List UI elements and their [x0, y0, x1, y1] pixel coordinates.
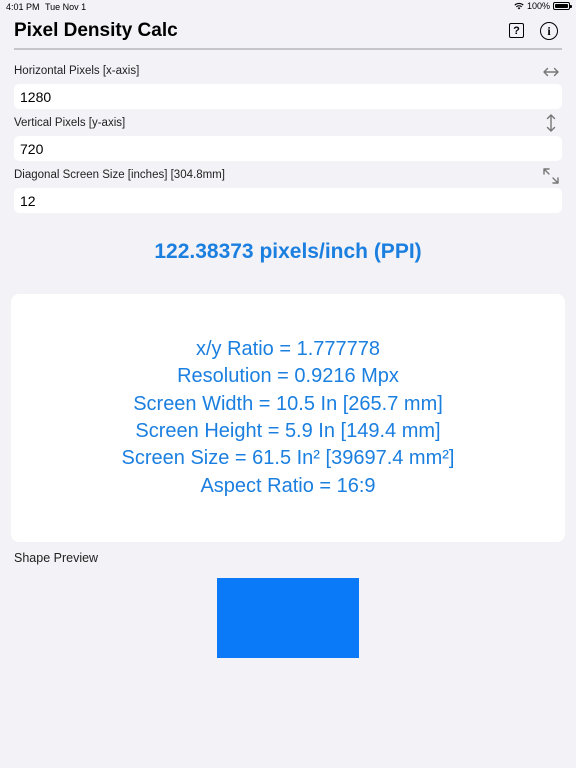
- horizontal-arrows-icon: [540, 61, 562, 83]
- help-button[interactable]: ?: [509, 23, 524, 38]
- status-indicators: 100%: [514, 1, 572, 11]
- aspect-ratio-stat: Aspect Ratio = 16:9: [200, 474, 376, 497]
- info-button[interactable]: i: [540, 22, 558, 40]
- shape-preview: [217, 578, 359, 658]
- status-date: Tue Nov 1: [45, 2, 87, 12]
- ppi-result: 122.38373 pixels/inch (PPI): [154, 240, 422, 263]
- diagonal-size-label: Diagonal Screen Size [inches] [304.8mm]: [14, 169, 225, 181]
- horizontal-pixels-input[interactable]: [14, 84, 562, 109]
- screen-size-stat: Screen Size = 61.5 In² [39697.4 mm²]: [121, 447, 455, 470]
- resolution-stat: Resolution = 0.9216 Mpx: [177, 365, 399, 388]
- diagonal-expand-icon: [540, 165, 562, 187]
- screen-height-stat: Screen Height = 5.9 In [149.4 mm]: [135, 420, 441, 442]
- page-title: Pixel Density Calc: [14, 20, 178, 41]
- horizontal-pixels-label: Horizontal Pixels [x-axis]: [14, 65, 140, 77]
- xy-ratio-stat: x/y Ratio = 1.777778: [195, 338, 380, 361]
- shape-preview-label: Shape Preview: [14, 551, 99, 565]
- nav-divider: [14, 48, 562, 50]
- battery-icon: [553, 2, 572, 10]
- battery-percent: 100%: [526, 1, 550, 11]
- status-time: 4:01 PM: [6, 2, 40, 12]
- screen-width-stat: Screen Width = 10.5 In [265.7 mm]: [133, 392, 443, 415]
- stats-card: x/y Ratio = 1.777778 Resolution = 0.9216…: [11, 294, 565, 542]
- diagonal-size-input[interactable]: [14, 188, 562, 213]
- vertical-arrows-icon: [540, 112, 562, 134]
- wifi-icon: [514, 3, 524, 10]
- status-bar: 4:01 PM Tue Nov 1 100%: [0, 0, 576, 14]
- vertical-pixels-label: Vertical Pixels [y-axis]: [14, 117, 126, 129]
- vertical-pixels-input[interactable]: [14, 136, 562, 161]
